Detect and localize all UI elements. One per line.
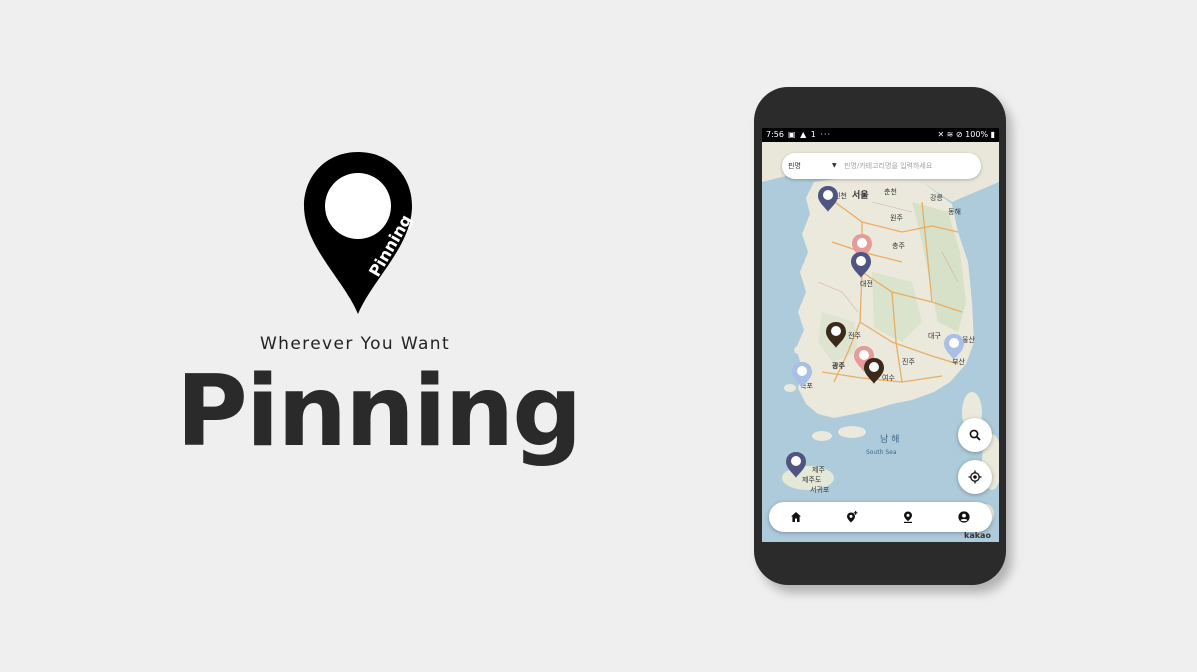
map-label-chuncheon: 춘천 bbox=[884, 187, 897, 196]
location-pin-icon bbox=[904, 511, 912, 523]
tagline: Wherever You Want bbox=[259, 334, 451, 354]
search-bar: 핀명 ▼ bbox=[782, 153, 981, 179]
map-label-seogwipo: 서귀포 bbox=[810, 485, 830, 494]
my-location-icon bbox=[968, 470, 982, 484]
map-label-gangneung: 강릉 bbox=[930, 193, 943, 202]
map-search-button[interactable] bbox=[958, 418, 992, 452]
nav-home-button[interactable] bbox=[781, 502, 811, 532]
map-label-wonju: 원주 bbox=[890, 213, 903, 222]
map-attribution: kakao bbox=[964, 531, 991, 540]
map-label-jeju-island: 제주도 bbox=[802, 476, 822, 484]
account-circle-icon bbox=[958, 511, 970, 523]
map-label-daejeon: 대전 bbox=[860, 279, 873, 288]
chevron-down-icon: ▼ bbox=[832, 162, 837, 169]
app-screen: 7:56 ▣ ▲ 1 ··· ✕ ≋ ⊘ 100% ▮ 인천 서울 춘천 강릉 … bbox=[762, 128, 999, 542]
map-label-chungju: 충주 bbox=[892, 241, 905, 250]
search-type-dropdown[interactable]: 핀명 ▼ bbox=[788, 153, 840, 179]
map-label-ulsan: 울산 bbox=[962, 335, 975, 344]
notification-icons: ▣ ▲ 1 ··· bbox=[788, 130, 832, 139]
search-icon bbox=[969, 429, 981, 441]
search-input[interactable] bbox=[844, 158, 972, 174]
map-label-sea: 남 해 bbox=[880, 434, 899, 445]
map-label-jeonju: 전주 bbox=[848, 331, 861, 340]
nav-add-pin-button[interactable] bbox=[837, 502, 867, 532]
map-label-donghae: 동해 bbox=[948, 207, 961, 216]
map-label-seoul: 서울 bbox=[852, 189, 869, 201]
map-label-sea-en: South Sea bbox=[866, 449, 897, 456]
search-type-value: 핀명 bbox=[788, 162, 801, 170]
map-label-jeju: 제주 bbox=[812, 466, 825, 474]
map-label-yeosu: 여수 bbox=[882, 373, 895, 382]
map-label-jinju: 진주 bbox=[902, 357, 915, 366]
bottom-navigation bbox=[769, 502, 992, 532]
my-location-button[interactable] bbox=[958, 460, 992, 494]
nav-profile-button[interactable] bbox=[949, 502, 979, 532]
wordmark: Pinning bbox=[176, 355, 582, 469]
nav-my-pins-button[interactable] bbox=[893, 502, 923, 532]
system-icons: ✕ ≋ ⊘ 100% ▮ bbox=[937, 130, 995, 139]
status-bar: 7:56 ▣ ▲ 1 ··· ✕ ≋ ⊘ 100% ▮ bbox=[762, 128, 999, 142]
map-label-daegu: 대구 bbox=[928, 332, 941, 340]
map-label-gwangju: 광주 bbox=[832, 361, 845, 370]
pinning-logo-pin: Pinning bbox=[304, 152, 416, 314]
home-icon bbox=[791, 512, 801, 522]
status-time: 7:56 bbox=[766, 130, 784, 139]
add-location-icon bbox=[847, 511, 858, 523]
